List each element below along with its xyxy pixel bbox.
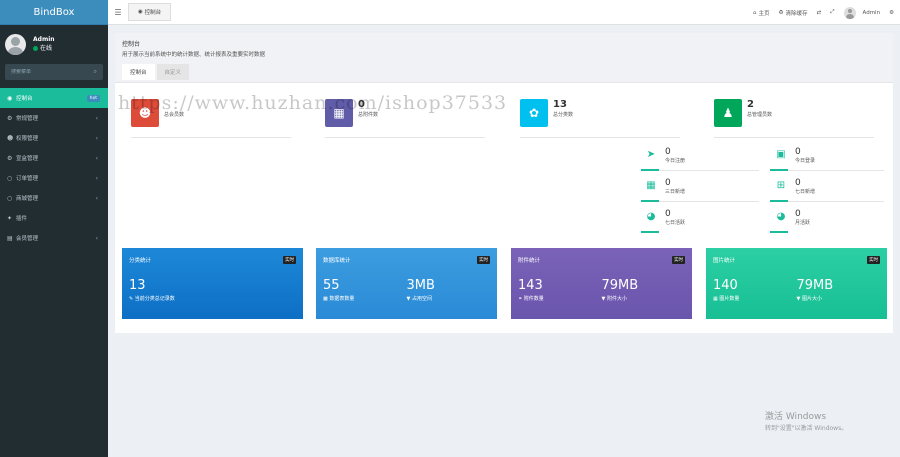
card-three-day-new: ▦ 0 三日新增 [644,178,685,195]
realtime-badge: 实时 [283,256,296,264]
page-tabs: 控制台 自定义 [122,64,886,80]
magic-icon: ✦ [7,214,13,222]
sidebar-item-shop[interactable]: ○ 商城管理 ‹ [0,188,108,208]
hot-badge: hot [86,94,100,102]
chevron-left-icon: ‹ [95,194,98,202]
card-today-register: ➤ 0 今日注册 [644,147,685,164]
card-seven-day-active: ◕ 0 七日活跃 [644,209,685,226]
sidebar-search: ⌕ [5,64,103,80]
divider [788,201,884,202]
chevron-left-icon: ‹ [95,114,98,122]
search-icon[interactable]: ⌕ [94,68,97,76]
user-icon: ♟ [714,99,742,127]
accent-line [641,200,659,202]
stat-image: 图片统计 实时 140 ▦ 图片数量 79MB ▼ 图片大小 [706,248,887,319]
chevron-left-icon: ‹ [95,234,98,242]
page-header: 控制台 用于展示当前系统中的统计数据、统计报表及重要实时数据 控制台 自定义 [115,33,893,83]
top-right-nav: ⌂ 主页 ♻ 清除缓存 ⇄ ⤢ Admin ⚙ [753,0,894,25]
users-icon: ☻ [7,134,14,142]
user-menu[interactable]: Admin [843,6,880,19]
circle-icon: ○ [7,174,13,182]
calendar-icon: ▦ [646,179,656,191]
accent-line [770,169,788,171]
sidebar-item-blindbox[interactable]: ⚙ 宣盒管理 ‹ [0,148,108,168]
language-icon: ⇄ [816,9,822,16]
stat-database: 数据库统计 实时 55 ▩ 数据表数量 3MB ▼ 占用空间 [316,248,497,319]
sidebar-search-input[interactable] [11,69,81,75]
cogs-icon: ⚙ [7,114,13,122]
card-month-active: ◕ 0 月活跃 [774,209,810,226]
sidebar: BindBox Admin 在线 ⌕ ◉控制台hot ⚙常规管理‹ ☻权限管理‹… [0,0,108,457]
accent-line [641,169,659,171]
sidebar-item-members[interactable]: ▤ 会员管理 ‹ [0,228,108,248]
sidebar-item-plugins[interactable]: ✦ 插件 [0,208,108,228]
tab-custom[interactable]: 自定义 [156,64,190,80]
accent-line [770,200,788,202]
circle-icon: ○ [7,194,13,202]
settings-button[interactable]: ⚙ [889,10,894,16]
sidebar-item-dashboard[interactable]: ◉ 控制台 hot [0,88,108,108]
sidebar-item-auth[interactable]: ☻ 权限管理 ‹ [0,128,108,148]
cogs-icon: ⚙ [889,9,894,16]
divider [788,170,884,171]
menu-toggle-icon[interactable]: ☰ [108,8,128,17]
divider [714,137,874,138]
sidebar-menu: ◉ 控制台 hot ⚙ 常规管理 ‹ ☻ 权限管理 ‹ ⚙ 宣盒管理 ‹ ○ 订单管理 ‹ ○ 商城管… [0,88,108,248]
user-name: Admin [33,36,55,43]
chevron-left-icon: ‹ [95,174,98,182]
stat-attachment: 附件统计 实时 143 ⚭ 附件数量 79MB ▼ 附件大小 [511,248,692,319]
logo[interactable]: BindBox [0,0,108,25]
avatar [5,33,26,55]
realtime-badge: 实时 [867,256,880,264]
home-link[interactable]: ⌂ 主页 [753,9,770,17]
divider [131,137,291,138]
page-title: 控制台 [122,41,141,48]
online-dot-icon [33,46,38,51]
gear-icon: ⚙ [7,154,13,162]
stat-category: 分类统计 实时 13 ✎ 当前分类总记录数 [122,248,303,319]
clear-cache-link[interactable]: ♻ 清除缓存 [779,9,808,17]
realtime-badge: 实时 [477,256,490,264]
tab-dashboard[interactable]: ◉ 控制台 [128,3,172,21]
card-total-categories: ✿ 13 总分类数 [520,99,573,127]
card-total-admins: ♟ 2 总管理员数 [714,99,772,127]
card-seven-day-new: ⊞ 0 七日新增 [774,178,815,195]
realtime-badge: 实时 [672,256,685,264]
user-status: 在线 [33,44,55,53]
accent-line [641,231,659,233]
user-circle-icon: ◕ [776,210,786,222]
sidebar-item-general[interactable]: ⚙ 常规管理 ‹ [0,108,108,128]
rocket-icon: ➤ [646,148,656,160]
leaf-icon: ✿ [520,99,548,127]
windows-activation-notice: 激活 Windows 转到"设置"以激活 Windows。 [765,412,848,432]
divider [659,201,759,202]
calendar-plus-icon: ⊞ [776,179,786,191]
divider [659,170,759,171]
translate-button[interactable]: ⇄ [817,10,822,16]
fullscreen-icon: ⤢ [830,9,835,15]
chevron-left-icon: ‹ [95,154,98,162]
divider [520,137,680,138]
sidebar-item-orders[interactable]: ○ 订单管理 ‹ [0,168,108,188]
list-icon: ▤ [7,234,13,242]
home-icon: ⌂ [753,9,757,16]
top-navbar: ☰ ◉ 控制台 ⌂ 主页 ♻ 清除缓存 ⇄ ⤢ Admin ⚙ [108,0,900,25]
page-subtitle: 用于展示当前系统中的统计数据、统计报表及重要实时数据 [122,52,266,58]
user-panel: Admin 在线 [0,28,108,60]
avatar [843,6,856,19]
divider [325,137,485,138]
vcard-icon: ▣ [776,148,786,160]
card-today-login: ▣ 0 今日登录 [774,147,815,164]
user-circle-icon: ◕ [646,210,656,222]
fullscreen-button[interactable]: ⤢ [830,9,834,16]
chevron-left-icon: ‹ [95,134,98,142]
tab-dashboard-inner[interactable]: 控制台 [122,64,155,80]
accent-line [770,231,788,233]
watermark-text: https://www.huzhan.com/ishop37533 [118,92,508,114]
trash-icon: ♻ [778,9,784,16]
dashboard-icon: ◉ [7,94,13,102]
